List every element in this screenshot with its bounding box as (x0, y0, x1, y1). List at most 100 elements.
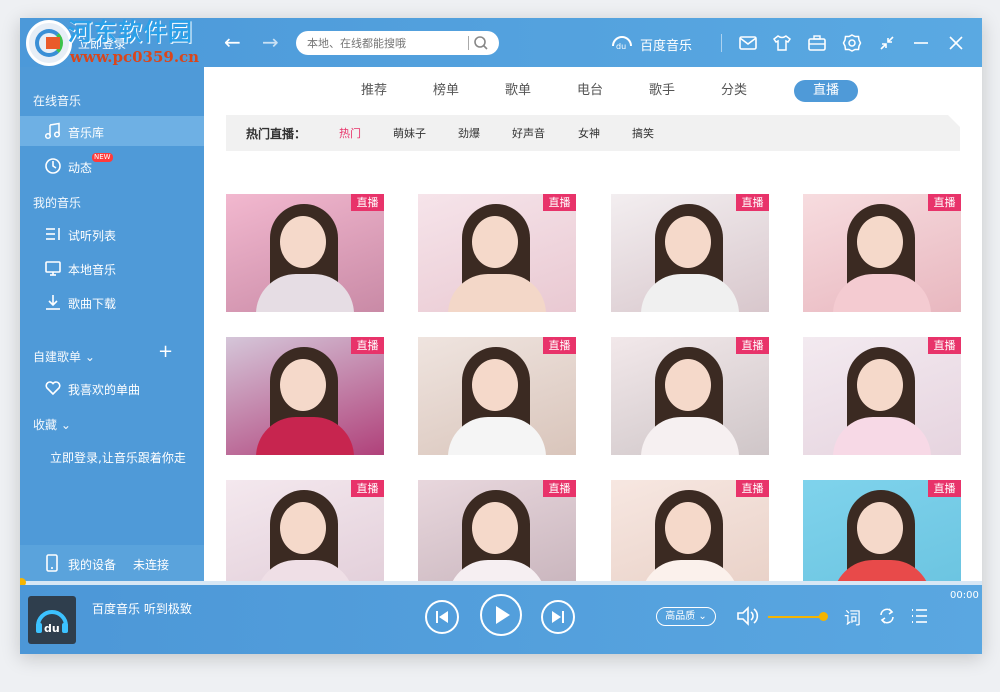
live-badge: 直播 (736, 194, 769, 211)
search-input[interactable] (307, 35, 467, 51)
sidebar-item-local-music[interactable]: 本地音乐 (20, 253, 204, 283)
custom-playlists-label: 自建歌单 (33, 350, 82, 364)
sidebar-item-label: 试听列表 (68, 229, 117, 243)
live-stream-card[interactable]: 直播 (226, 337, 384, 455)
new-badge: NEW (92, 153, 113, 162)
volume-slider[interactable] (768, 616, 823, 618)
live-badge: 直播 (928, 480, 961, 497)
hot-tag-hot[interactable]: 热门 (339, 125, 361, 141)
search-box (296, 31, 499, 55)
skin-shirt-icon[interactable] (772, 33, 792, 53)
live-badge: 直播 (351, 480, 384, 497)
quality-label: 高品质 (665, 611, 696, 622)
live-badge: 直播 (928, 337, 961, 354)
hot-live-filter-bar: 热门直播： 热门 萌妹子 劲爆 好声音 女神 搞笑 (226, 115, 960, 151)
hot-tag-funny[interactable]: 搞笑 (632, 125, 654, 141)
hot-tag-good-voice[interactable]: 好声音 (512, 125, 545, 141)
toolbox-icon[interactable] (807, 33, 827, 53)
album-art[interactable]: du (28, 596, 76, 644)
quality-select[interactable]: 高品质 ⌄ (656, 607, 716, 626)
tab-charts[interactable]: 榜单 (414, 80, 478, 102)
thumbnail-face (857, 216, 903, 268)
hot-tag-cute-girl[interactable]: 萌妹子 (393, 125, 426, 141)
music-note-icon (44, 122, 61, 140)
lyrics-button[interactable]: 词 (844, 604, 861, 629)
live-stream-card[interactable]: 直播 (226, 194, 384, 312)
volume-icon[interactable] (735, 605, 761, 627)
thumbnail-face (472, 359, 518, 411)
previous-track-button[interactable] (425, 600, 459, 634)
sidebar-item-label: 动态 (68, 161, 93, 175)
thumbnail-face (472, 502, 518, 554)
live-stream-card[interactable]: 直播 (611, 337, 769, 455)
loop-mode-icon[interactable] (877, 606, 897, 626)
thumbnail-face (857, 502, 903, 554)
chevron-down-icon: ⌄ (60, 418, 71, 432)
baidu-music-logo-icon: du (612, 36, 632, 50)
thumbnail-face (665, 502, 711, 554)
hot-tag-goddess[interactable]: 女神 (578, 125, 600, 141)
music-app-window: 立即登录 河东软件园 www.pc0359.cn ← → du 百度音乐 (20, 18, 982, 654)
heart-icon (45, 381, 61, 396)
sidebar-item-dynamic[interactable]: 动态 NEW (20, 151, 204, 181)
sidebar-item-downloads[interactable]: 歌曲下载 (20, 287, 204, 317)
phone-device-icon (46, 554, 58, 572)
sidebar-item-trial-list[interactable]: 试听列表 (20, 219, 204, 249)
live-stream-card[interactable]: 直播 (803, 194, 961, 312)
my-device-label: 我的设备 (68, 558, 117, 572)
sidebar-section-favorites[interactable]: 收藏 ⌄ (33, 416, 71, 433)
settings-gear-icon[interactable] (842, 33, 862, 53)
live-stream-card[interactable]: 直播 (611, 194, 769, 312)
volume-knob[interactable] (819, 612, 828, 621)
next-icon (552, 611, 564, 623)
add-playlist-plus-icon[interactable]: + (158, 343, 173, 361)
live-stream-card[interactable]: 直播 (418, 337, 576, 455)
minimize-icon[interactable] (911, 33, 931, 53)
my-device-bar[interactable]: 我的设备 未连接 (20, 545, 204, 581)
hotbar-corner-fold (948, 115, 960, 127)
sidebar-section-custom-playlists[interactable]: 自建歌单 ⌄ (33, 348, 95, 365)
tab-radio[interactable]: 电台 (558, 80, 622, 102)
tab-playlists[interactable]: 歌单 (486, 80, 550, 102)
user-avatar[interactable] (26, 20, 72, 66)
live-badge: 直播 (543, 194, 576, 211)
main-content: 推荐 榜单 歌单 电台 歌手 分类 直播 热门直播： 热门 萌妹子 劲爆 好声音… (204, 67, 982, 598)
thumbnail-face (857, 359, 903, 411)
sidebar-item-label: 我喜欢的单曲 (68, 383, 141, 397)
search-icon[interactable] (473, 35, 489, 51)
sidebar-item-music-library[interactable]: 音乐库 (20, 116, 204, 146)
search-separator (468, 36, 469, 50)
forward-arrow-icon[interactable]: → (262, 30, 279, 54)
sidebar: 在线音乐 音乐库 动态 NEW 我的音乐 试听列表 本地音乐 歌曲下载 自建歌单… (20, 67, 204, 581)
tab-live[interactable]: 直播 (794, 80, 858, 102)
live-stream-card[interactable]: 直播 (418, 194, 576, 312)
tab-categories[interactable]: 分类 (702, 80, 766, 102)
category-tabs: 推荐 榜单 歌单 电台 歌手 分类 直播 (204, 80, 982, 102)
sidebar-section-my-music: 我的音乐 (33, 196, 82, 210)
next-track-button[interactable] (541, 600, 575, 634)
play-button[interactable] (480, 594, 522, 636)
thumbnail-face (280, 359, 326, 411)
back-arrow-icon[interactable]: ← (224, 30, 241, 54)
live-badge: 直播 (736, 480, 769, 497)
now-playing-title: 百度音乐 听到极致 (92, 602, 192, 616)
tab-recommend[interactable]: 推荐 (342, 80, 406, 102)
live-stream-card[interactable]: 直播 (803, 337, 961, 455)
mail-icon[interactable] (738, 33, 758, 53)
brand-separator (721, 34, 722, 52)
tab-artists[interactable]: 歌手 (630, 80, 694, 102)
thumbnail-face (665, 216, 711, 268)
playlist-queue-icon[interactable] (909, 606, 929, 626)
close-icon[interactable] (946, 33, 966, 53)
hot-tag-hot-music[interactable]: 劲爆 (458, 125, 480, 141)
sidebar-item-favorite-songs[interactable]: 我喜欢的单曲 (20, 373, 204, 403)
play-icon (496, 606, 510, 624)
mini-mode-icon[interactable] (877, 33, 897, 53)
sidebar-item-label: 本地音乐 (68, 263, 117, 277)
chevron-down-icon: ⌄ (84, 350, 95, 364)
playback-time: 00:00 (950, 590, 979, 601)
hot-live-title: 热门直播： (246, 127, 307, 141)
sidebar-section-online-music: 在线音乐 (33, 94, 82, 108)
dynamic-clock-icon (45, 158, 61, 174)
sidebar-login-prompt[interactable]: 立即登录,让音乐跟着你走 (50, 449, 186, 466)
